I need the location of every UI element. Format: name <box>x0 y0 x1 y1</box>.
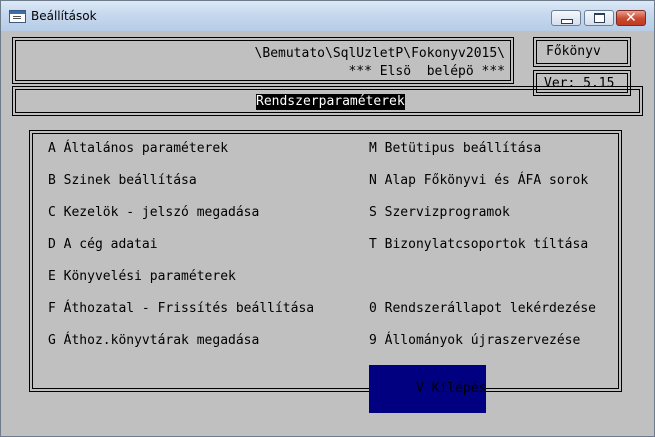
menu-item-key: 9 <box>369 333 377 348</box>
menu-item-0[interactable]: 0 Rendszerállapot lekérdezése <box>369 301 596 317</box>
minimize-button[interactable] <box>551 10 581 26</box>
close-button[interactable]: ✕ <box>616 10 646 26</box>
menu-item-label: Általános paraméterek <box>63 141 229 156</box>
menu-item-key: N <box>369 173 377 188</box>
menu-item-key: D <box>48 237 56 252</box>
menu-item-label: Könyvelési paraméterek <box>63 269 236 284</box>
menu-item-key: C <box>48 205 56 220</box>
menu-item-g[interactable]: G Áthoz.könyvtárak megadása <box>48 333 259 349</box>
menu-item-label: Bizonylatcsoportok tíltása <box>384 237 589 252</box>
menu-item-label: Rendszerállapot lekérdezése <box>384 301 596 316</box>
window-title: Beállítások <box>31 9 97 23</box>
menu-item-label: Kilépés <box>431 381 487 396</box>
menu-item-key: 0 <box>369 301 377 316</box>
menu-item-key: T <box>369 237 377 252</box>
menu-item-key: M <box>369 141 377 156</box>
close-icon: ✕ <box>625 10 637 26</box>
path-text: \Bemutato\SqlUzletP\Fokonyv2015\ <box>254 46 505 61</box>
menu-item-s[interactable]: S Szervizprogramok <box>369 205 510 221</box>
header-info-box: \Bemutato\SqlUzletP\Fokonyv2015\ *** Els… <box>12 37 514 84</box>
menu-item-label: Szervizprogramok <box>384 205 510 220</box>
menu-item-label: Áthozatal - Frissítés beállítása <box>63 301 315 316</box>
menu-item-b[interactable]: B Szinek beállítása <box>48 173 197 189</box>
menu-item-label: Betütipus beállítása <box>384 141 542 156</box>
menu-item-key: E <box>48 269 56 284</box>
app-window: Beállítások ✕ \Bemutato\SqlUzletP\Fokony… <box>0 0 655 437</box>
user-text: *** Elsö belépö *** <box>348 64 505 79</box>
menu-item-key: S <box>369 205 377 220</box>
menu-item-d[interactable]: D A cég adatai <box>48 237 158 253</box>
menu-item-n[interactable]: N Alap Főkönyvi és ÁFA sorok <box>369 173 588 189</box>
menu-item-m[interactable]: M Betütipus beállítása <box>369 141 541 157</box>
maximize-button[interactable] <box>584 10 614 26</box>
menu-item-key: F <box>48 301 56 316</box>
menu-item-e[interactable]: E Könyvelési paraméterek <box>48 269 236 285</box>
menu-item-f[interactable]: F Áthozatal - Frissítés beállítása <box>48 301 314 317</box>
menu-item-key: G <box>48 333 56 348</box>
menu-item-label: Kezelök - jelszó megadása <box>63 205 260 220</box>
menu-item-key: V <box>415 381 424 396</box>
console-area: \Bemutato\SqlUzletP\Fokonyv2015\ *** Els… <box>9 31 647 429</box>
menu-item-exit[interactable]: V Kilépés <box>369 365 487 413</box>
module-label: Főkönyv <box>546 44 601 59</box>
app-icon[interactable] <box>9 10 26 23</box>
section-title-bar: Rendszerparaméterek <box>12 86 643 116</box>
maximize-icon <box>594 13 605 23</box>
menu-item-9[interactable]: 9 Állományok újraszervezése <box>369 333 580 349</box>
menu-item-t[interactable]: T Bizonylatcsoportok tíltása <box>369 237 588 253</box>
menu-item-c[interactable]: C Kezelök - jelszó megadása <box>48 205 259 221</box>
menu-item-label: A cég adatai <box>63 237 158 252</box>
menu-item-key: B <box>48 173 56 188</box>
minimize-icon <box>561 19 573 24</box>
menu-frame <box>29 130 622 392</box>
module-box: Főkönyv <box>533 37 631 67</box>
menu-item-label: Szinek beállítása <box>63 173 197 188</box>
menu-item-label: Állományok újraszervezése <box>384 333 581 348</box>
section-title: Rendszerparaméterek <box>256 94 405 110</box>
title-bar[interactable]: Beállítások ✕ <box>1 1 654 31</box>
menu-item-label: Áthoz.könyvtárak megadása <box>63 333 260 348</box>
menu-item-key: A <box>48 141 56 156</box>
menu-item-label: Alap Főkönyvi és ÁFA sorok <box>384 173 589 188</box>
menu-item-a[interactable]: A Általános paraméterek <box>48 141 228 157</box>
